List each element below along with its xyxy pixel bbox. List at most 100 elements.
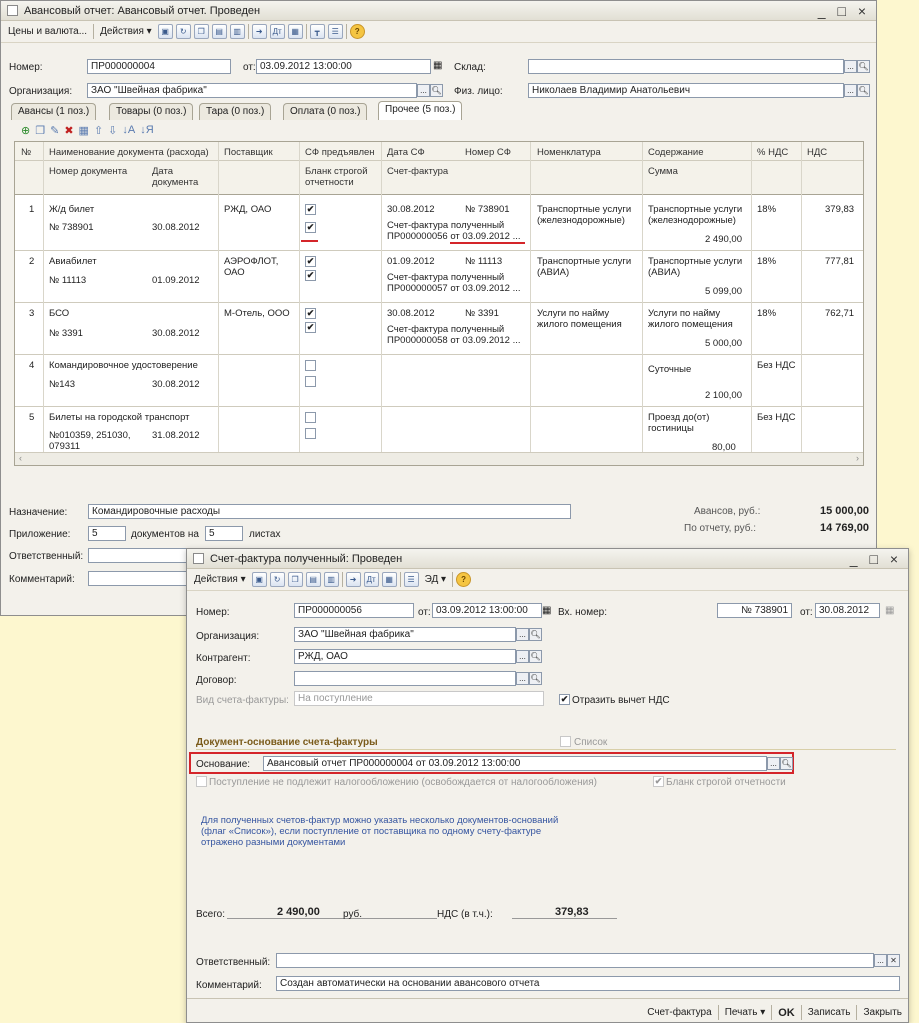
purpose-input[interactable]: Командировочные расходы bbox=[88, 504, 571, 519]
col-header-sf-no[interactable]: Номер СФ bbox=[465, 147, 511, 158]
col-header-n[interactable]: № bbox=[21, 147, 31, 158]
movements-icon[interactable]: Дт bbox=[269, 24, 285, 39]
edit-row-icon[interactable]: ✎ bbox=[50, 124, 59, 137]
bso-checkbox[interactable]: ✔ bbox=[305, 270, 316, 281]
search-icon[interactable]: 🔍︎ bbox=[430, 84, 443, 97]
copy-row-icon[interactable]: ❐ bbox=[35, 124, 45, 137]
invoice-link-line1[interactable]: Счет-фактура полученный bbox=[387, 272, 504, 283]
tab-payment[interactable]: Оплата (0 поз.) bbox=[283, 103, 368, 120]
select-button[interactable]: ... bbox=[767, 757, 780, 770]
sort-desc-icon[interactable]: ↓Я bbox=[140, 124, 153, 137]
ok-button[interactable]: OK bbox=[778, 1007, 795, 1019]
person-input[interactable]: Николаев Владимир Анатольевич bbox=[528, 83, 844, 98]
select-button[interactable]: ... bbox=[417, 84, 430, 97]
col-header-bso[interactable]: Бланк строгой отчетности bbox=[305, 166, 375, 188]
bso-checkbox[interactable] bbox=[305, 376, 316, 387]
search-icon[interactable]: 🔍︎ bbox=[529, 628, 542, 641]
number-input[interactable]: ПР000000004 bbox=[87, 59, 231, 74]
col-header-vat-rate[interactable]: % НДС bbox=[757, 147, 788, 158]
date-input[interactable]: 03.09.2012 13:00:00 bbox=[432, 603, 542, 618]
copy-icon[interactable]: ❐ bbox=[193, 24, 209, 39]
save-button[interactable]: Записать bbox=[808, 1007, 851, 1018]
move-down-icon[interactable]: ⇩ bbox=[108, 124, 117, 137]
movements-icon[interactable]: Дт bbox=[363, 572, 379, 587]
search-icon[interactable]: 🔍︎ bbox=[857, 60, 870, 73]
sf-presented-checkbox[interactable] bbox=[305, 360, 316, 371]
actions-menu-button[interactable]: Действия ▾ bbox=[97, 25, 155, 38]
add-row-icon[interactable]: ⊕ bbox=[21, 124, 30, 137]
search-icon[interactable]: 🔍︎ bbox=[529, 672, 542, 685]
invoice-link-line2[interactable]: ПР000000058 от 03.09.2012 ... bbox=[387, 335, 521, 346]
structure-icon[interactable]: ┳ bbox=[309, 24, 325, 39]
scroll-left-icon[interactable]: ‹ bbox=[19, 453, 22, 463]
invoice-link-line1[interactable]: Счет-фактура полученный bbox=[387, 324, 504, 335]
col-header-nomenclature[interactable]: Номенклатура bbox=[537, 147, 601, 158]
comment-input[interactable] bbox=[88, 571, 192, 586]
invoice-print-button[interactable]: Счет-фактура bbox=[647, 1007, 711, 1018]
help-icon[interactable]: ? bbox=[349, 24, 365, 39]
create-based-on-icon[interactable]: ➜ bbox=[251, 24, 267, 39]
copy-icon[interactable]: ❐ bbox=[287, 572, 303, 587]
report-icon[interactable]: ▦ bbox=[381, 572, 397, 587]
create-based-on-icon[interactable]: ➜ bbox=[345, 572, 361, 587]
refresh-icon[interactable]: ↻ bbox=[269, 572, 285, 587]
bso-checkbox[interactable] bbox=[305, 428, 316, 439]
incoming-date-input[interactable]: 30.08.2012 bbox=[815, 603, 880, 618]
search-icon[interactable]: 🔍︎ bbox=[857, 84, 870, 97]
col-header-sum[interactable]: Сумма bbox=[648, 166, 678, 177]
warehouse-input[interactable] bbox=[528, 59, 844, 74]
horizontal-scrollbar[interactable]: ‹ › bbox=[15, 452, 863, 465]
list-checkbox[interactable] bbox=[560, 736, 571, 747]
bso-checkbox[interactable]: ✔ bbox=[305, 322, 316, 333]
calendar-icon[interactable]: ▦ bbox=[433, 60, 442, 71]
col-header-docname[interactable]: Наименование документа (расхода) bbox=[49, 147, 209, 158]
basis-input[interactable]: Авансовый отчет ПР000000004 от 03.09.201… bbox=[263, 756, 767, 771]
sort-asc-icon[interactable]: ↓A bbox=[122, 124, 135, 137]
bso-checkbox[interactable]: ✔ bbox=[305, 222, 316, 233]
scroll-right-icon[interactable]: › bbox=[856, 453, 859, 463]
sf-presented-checkbox[interactable]: ✔ bbox=[305, 256, 316, 267]
post-icon[interactable]: ▤ bbox=[211, 24, 227, 39]
col-header-sf-date[interactable]: Дата СФ bbox=[387, 147, 425, 158]
unpost-icon[interactable]: ▥ bbox=[229, 24, 245, 39]
col-header-docdate[interactable]: Дата документа bbox=[152, 166, 202, 188]
contract-input[interactable] bbox=[294, 671, 516, 686]
other-expenses-table[interactable]: № Наименование документа (расхода) Поста… bbox=[14, 141, 864, 466]
close-button[interactable]: Закрыть bbox=[863, 1007, 902, 1018]
reflect-vat-checkbox[interactable]: ✔ bbox=[559, 694, 570, 705]
col-header-docno[interactable]: Номер документа bbox=[49, 166, 127, 177]
help-icon[interactable]: ? bbox=[456, 572, 472, 587]
col-header-vat[interactable]: НДС bbox=[807, 147, 827, 158]
sf-presented-checkbox[interactable] bbox=[305, 412, 316, 423]
org-input[interactable]: ЗАО "Швейная фабрика" bbox=[87, 83, 417, 98]
date-input[interactable]: 03.09.2012 13:00:00 bbox=[256, 59, 431, 74]
select-button[interactable]: ... bbox=[844, 60, 857, 73]
window-controls[interactable]: _ □ × bbox=[818, 3, 870, 19]
col-header-invoice[interactable]: Счет-фактура bbox=[387, 166, 448, 177]
sf-presented-checkbox[interactable]: ✔ bbox=[305, 204, 316, 215]
prices-currency-button[interactable]: Цены и валюта... bbox=[5, 25, 90, 38]
end-edit-icon[interactable]: ▦ bbox=[79, 124, 89, 137]
select-button[interactable]: ... bbox=[844, 84, 857, 97]
contractor-input[interactable]: РЖД, ОАО bbox=[294, 649, 516, 664]
print-menu-button[interactable]: Печать ▾ bbox=[725, 1007, 766, 1018]
number-input[interactable]: ПР000000056 bbox=[294, 603, 414, 618]
unpost-icon[interactable]: ▥ bbox=[323, 572, 339, 587]
save-icon[interactable]: ▣ bbox=[251, 572, 267, 587]
search-icon[interactable]: 🔍︎ bbox=[780, 757, 793, 770]
invoice-link-line2[interactable]: ПР000000056 от 03.09.2012 ... bbox=[387, 231, 521, 242]
tab-advances[interactable]: Авансы (1 поз.) bbox=[11, 103, 97, 120]
select-button[interactable]: ... bbox=[516, 628, 529, 641]
col-header-supplier[interactable]: Поставщик bbox=[224, 147, 273, 158]
invoice-link-line1[interactable]: Счет-фактура полученный bbox=[387, 220, 504, 231]
comment-input[interactable]: Создан автоматически на основании авансо… bbox=[276, 976, 900, 991]
attachment-sheets-input[interactable]: 5 bbox=[205, 526, 243, 541]
responsible-input[interactable] bbox=[88, 548, 192, 563]
report-icon[interactable]: ▦ bbox=[287, 24, 303, 39]
tab-packaging[interactable]: Тара (0 поз.) bbox=[199, 103, 272, 120]
col-header-content[interactable]: Содержание bbox=[648, 147, 704, 158]
refresh-icon[interactable]: ↻ bbox=[175, 24, 191, 39]
incoming-number-input[interactable]: № 738901 bbox=[717, 603, 792, 618]
attachment-docs-input[interactable]: 5 bbox=[88, 526, 126, 541]
edi-menu-button[interactable]: ЭД ▾ bbox=[422, 573, 449, 586]
